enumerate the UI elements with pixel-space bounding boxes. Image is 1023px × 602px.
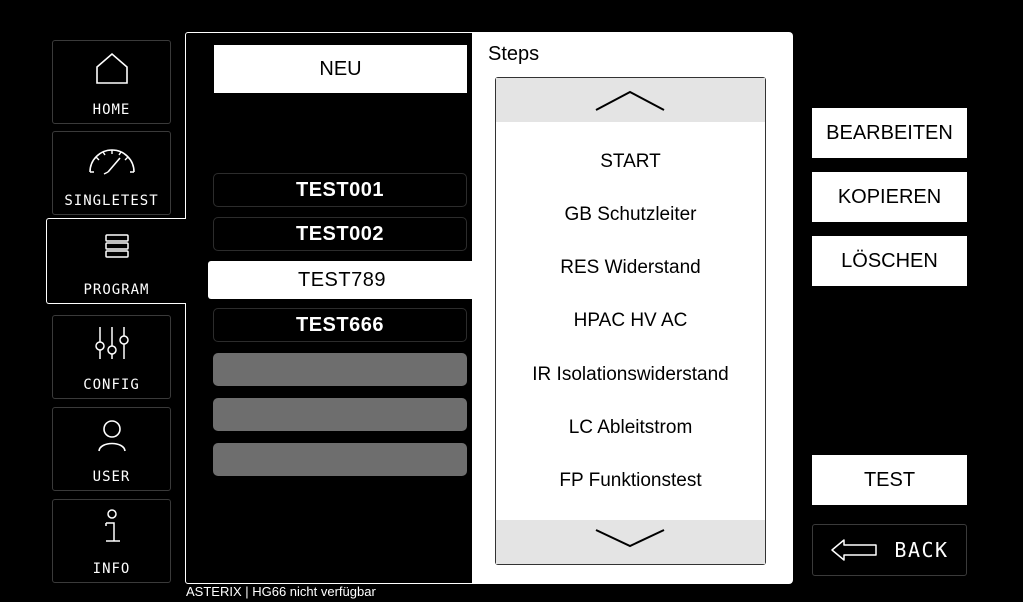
step-item[interactable]: START <box>496 147 765 177</box>
status-text: ASTERIX | HG66 nicht verfügbar <box>186 584 376 599</box>
chevron-down-icon <box>595 529 665 548</box>
program-item[interactable]: TEST001 <box>213 173 467 207</box>
nav-home-button[interactable]: HOME <box>52 40 171 124</box>
copy-button[interactable]: KOPIEREN <box>812 172 967 222</box>
nav-singletest-button[interactable]: SINGLETEST <box>52 131 171 215</box>
nav-info-label: INFO <box>92 561 131 577</box>
scroll-down-button[interactable] <box>496 520 765 564</box>
edit-button[interactable]: BEARBEITEN <box>812 108 967 158</box>
nav-config-label: CONFIG <box>83 377 140 393</box>
program-item[interactable]: TEST666 <box>213 308 467 342</box>
user-icon <box>53 416 170 454</box>
program-slot-empty[interactable] <box>213 443 467 476</box>
test-button[interactable]: TEST <box>812 455 967 505</box>
back-button[interactable]: BACK <box>812 524 967 576</box>
arrow-left-icon <box>831 539 878 561</box>
chevron-up-icon <box>595 90 665 111</box>
nav-program-button[interactable]: PROGRAM <box>46 218 186 304</box>
steps-title: Steps <box>488 43 540 65</box>
nav-user-label: USER <box>92 469 131 485</box>
step-item[interactable]: GB Schutzleiter <box>496 200 765 230</box>
nav-home-label: HOME <box>92 102 131 118</box>
nav-user-button[interactable]: USER <box>52 407 171 491</box>
sliders-icon <box>53 324 170 362</box>
step-item[interactable]: HPAC HV AC <box>496 306 765 336</box>
program-slot-empty[interactable] <box>213 353 467 386</box>
nav-config-button[interactable]: CONFIG <box>52 315 171 399</box>
program-slot-empty[interactable] <box>213 398 467 431</box>
program-item[interactable]: TEST002 <box>213 217 467 251</box>
nav-singletest-label: SINGLETEST <box>64 193 159 209</box>
home-icon <box>53 49 170 87</box>
gauge-icon <box>53 140 170 178</box>
program-item-selected[interactable]: TEST789 <box>208 261 476 299</box>
delete-button[interactable]: LÖSCHEN <box>812 236 967 286</box>
nav-info-button[interactable]: INFO <box>52 499 171 583</box>
step-item[interactable]: IR Isolationswiderstand <box>496 360 765 390</box>
new-program-button[interactable]: NEU <box>214 45 467 93</box>
scroll-up-button[interactable] <box>496 78 765 122</box>
nav-program-label: PROGRAM <box>83 282 150 298</box>
step-item[interactable]: RES Widerstand <box>496 253 765 283</box>
info-icon <box>53 508 170 546</box>
step-item[interactable]: LC Ableitstrom <box>496 413 765 443</box>
back-label: BACK <box>894 538 949 562</box>
step-item[interactable]: FP Funktionstest <box>496 466 765 496</box>
stack-icon <box>47 227 186 265</box>
